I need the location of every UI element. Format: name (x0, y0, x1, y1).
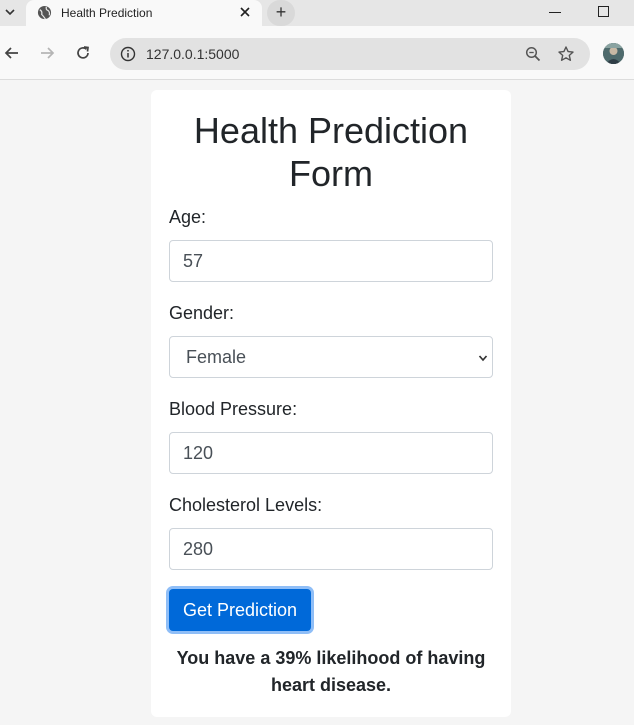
site-info-icon[interactable] (120, 46, 136, 62)
minimize-icon[interactable] (549, 12, 561, 13)
blood-pressure-field[interactable]: 120 (169, 432, 493, 474)
new-tab-button[interactable]: + (267, 0, 295, 26)
url-text[interactable]: 127.0.0.1:5000 (146, 46, 239, 62)
gender-select[interactable]: Female (169, 336, 493, 378)
chevron-down-icon (478, 351, 488, 363)
tab-search-chevron-icon[interactable] (2, 4, 18, 20)
page-title-text: Health Prediction Form (193, 110, 469, 194)
back-arrow-icon[interactable] (3, 44, 21, 62)
cholesterol-label: Cholesterol Levels: (169, 495, 323, 515)
page-title: Health Prediction Form (151, 109, 511, 195)
tab-title: Health Prediction (61, 6, 153, 20)
forward-arrow-icon[interactable] (38, 44, 56, 62)
cholesterol-field[interactable]: 280 (169, 528, 493, 570)
bookmark-star-icon[interactable] (557, 45, 575, 63)
zoom-icon[interactable] (525, 46, 541, 62)
maximize-icon[interactable] (598, 6, 609, 17)
prediction-result: You have a 39% likelihood of having hear… (176, 648, 486, 695)
reload-icon[interactable] (74, 44, 92, 62)
profile-avatar[interactable] (603, 43, 624, 64)
blood-pressure-value: 120 (183, 443, 214, 463)
blood-pressure-label: Blood Pressure: (169, 399, 298, 419)
cholesterol-value: 280 (183, 539, 214, 559)
age-field[interactable]: 57 (169, 240, 493, 282)
get-prediction-button[interactable]: Get Prediction (169, 589, 311, 631)
tab-strip: Health Prediction + (0, 0, 634, 26)
age-label: Age: (169, 207, 207, 227)
close-tab-icon[interactable] (237, 4, 253, 20)
globe-icon (37, 5, 52, 20)
browser-toolbar: 127.0.0.1:5000 (0, 26, 634, 80)
gender-label: Gender: (169, 303, 235, 323)
browser-tab[interactable]: Health Prediction (26, 0, 262, 26)
gender-value: Female (186, 347, 247, 367)
address-bar[interactable]: 127.0.0.1:5000 (110, 38, 590, 70)
age-value: 57 (183, 251, 204, 271)
